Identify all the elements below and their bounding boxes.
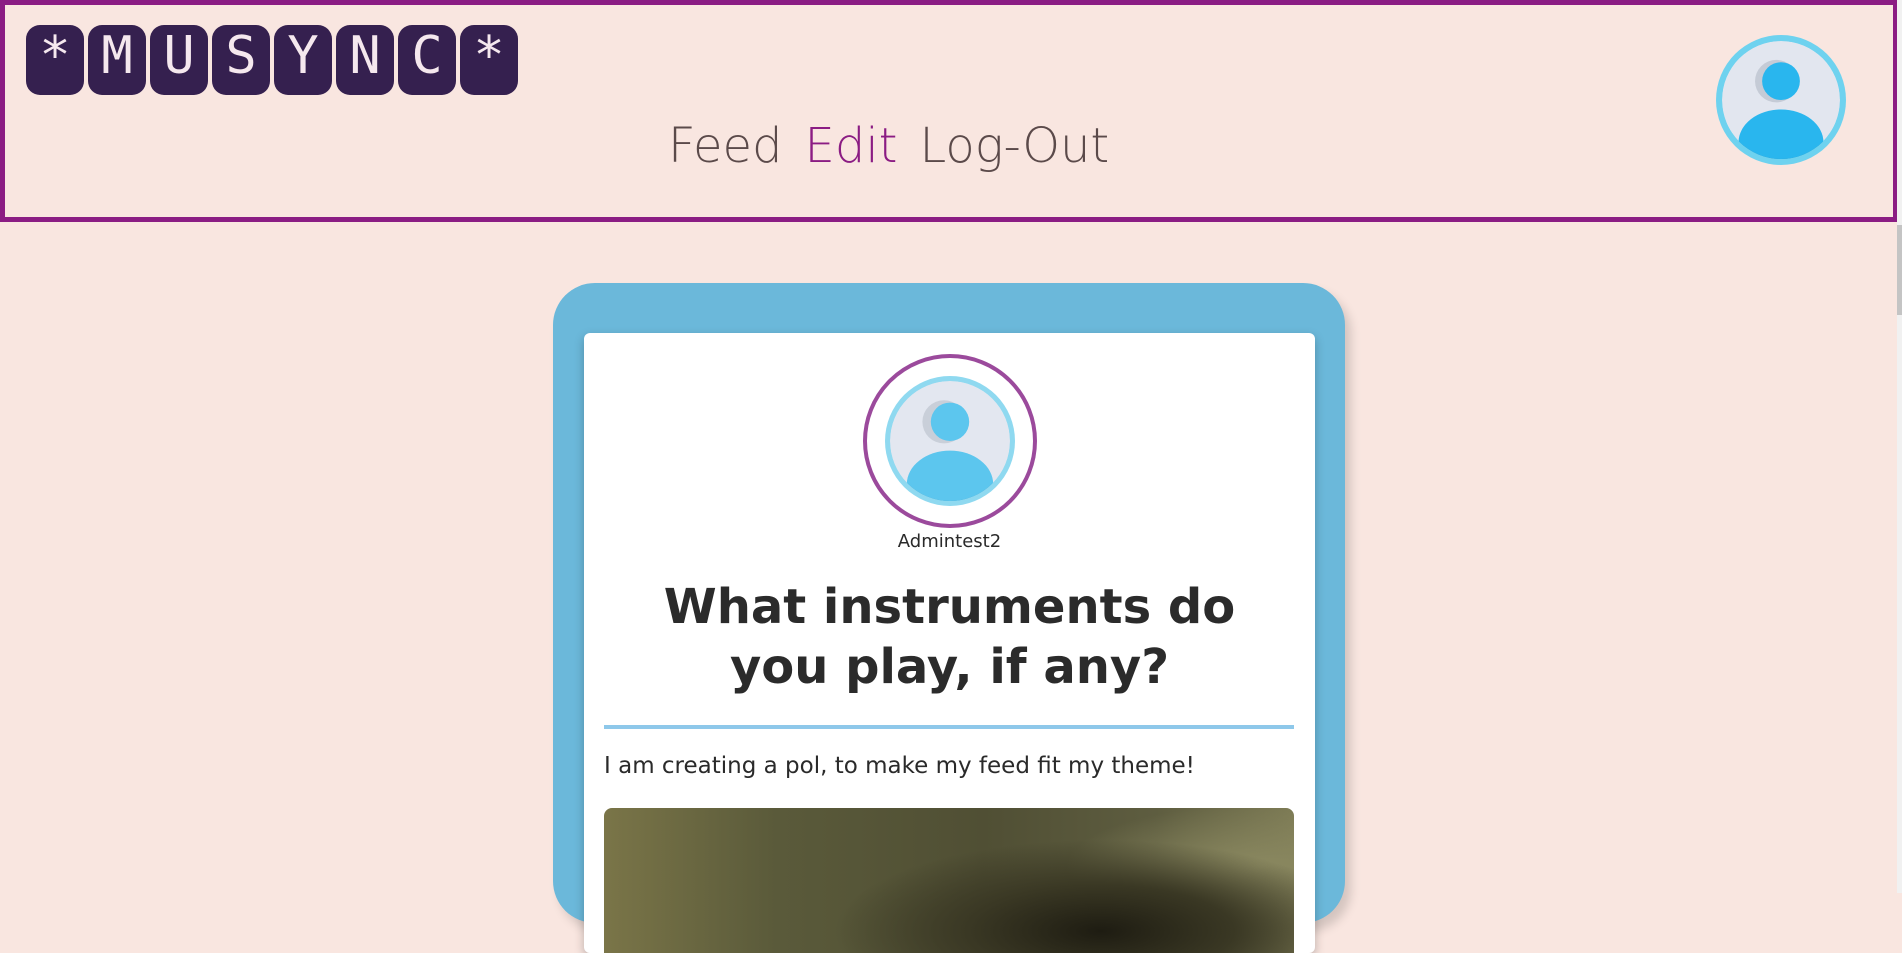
user-avatar-icon <box>1722 41 1840 159</box>
scrollbar-thumb[interactable] <box>1897 225 1902 315</box>
logo-letter: C <box>398 25 456 95</box>
logo-letter: * <box>26 25 84 95</box>
main-nav: Feed Edit Log-Out <box>668 118 1109 174</box>
logo-letter: Y <box>274 25 332 95</box>
post-card: Admintest2 What instruments do you play,… <box>584 333 1315 953</box>
profile-avatar-button[interactable] <box>1716 35 1846 165</box>
page-scrollbar[interactable] <box>1897 0 1902 893</box>
nav-logout-link[interactable]: Log-Out <box>919 118 1109 174</box>
musync-logo[interactable]: * M U S Y N C * <box>26 25 518 95</box>
post-body-text: I am creating a pol, to make my feed fit… <box>604 753 1195 779</box>
post-image <box>604 808 1294 953</box>
author-avatar-inner <box>885 376 1015 506</box>
nav-edit-link[interactable]: Edit <box>805 118 898 174</box>
nav-feed-link[interactable]: Feed <box>668 118 783 174</box>
logo-letter: S <box>212 25 270 95</box>
logo-letter: M <box>88 25 146 95</box>
post-title: What instruments do you play, if any? <box>663 579 1236 695</box>
author-avatar[interactable] <box>863 354 1037 528</box>
user-avatar-icon <box>890 381 1010 501</box>
post-author-name[interactable]: Admintest2 <box>584 531 1315 552</box>
logo-letter: N <box>336 25 394 95</box>
title-divider <box>604 725 1294 729</box>
logo-letter: * <box>460 25 518 95</box>
logo-letter: U <box>150 25 208 95</box>
